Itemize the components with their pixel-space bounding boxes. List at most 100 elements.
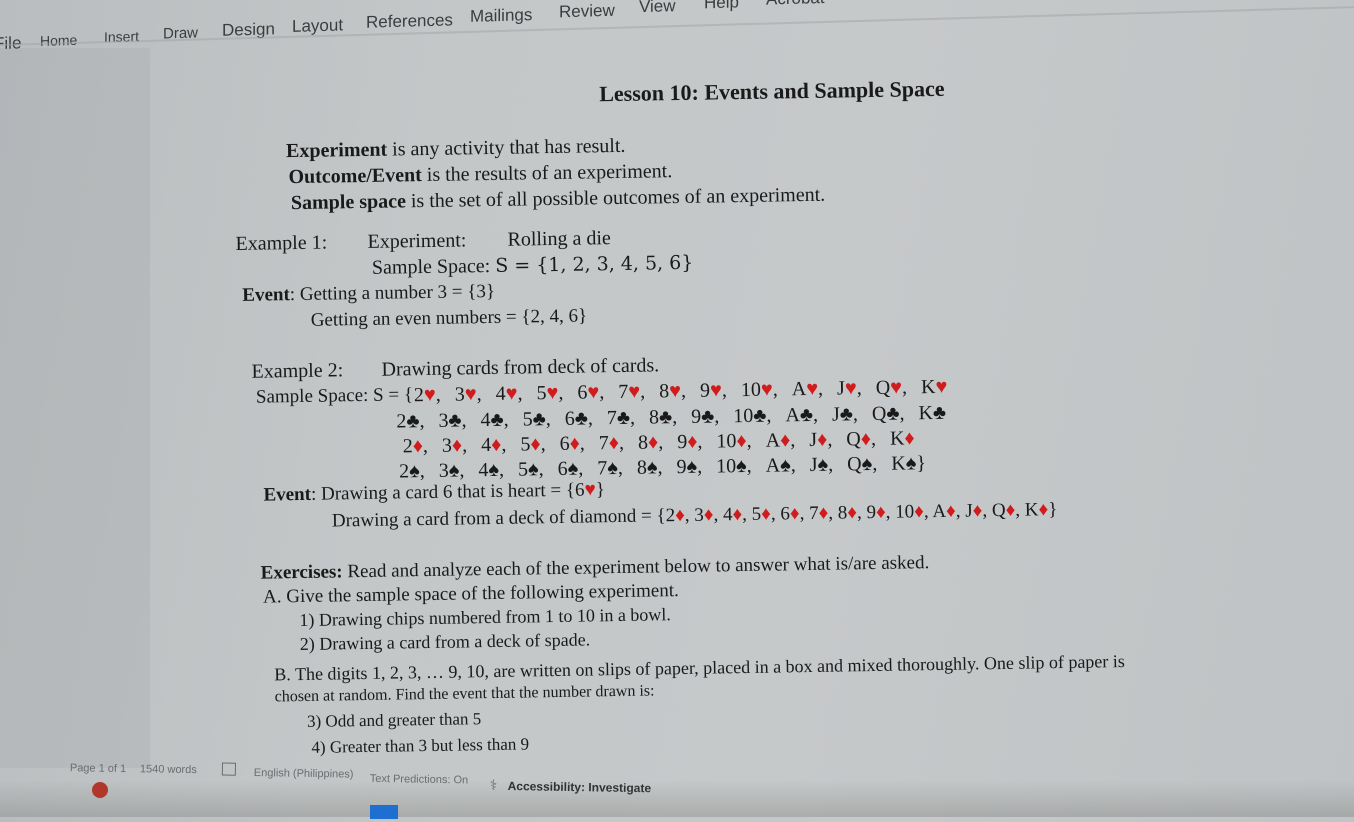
exercise-item-2: 2) Drawing a card from a deck of spade. (299, 629, 591, 655)
sample-space-label: Sample Space: (255, 384, 374, 408)
heart-icon: ♥ (423, 383, 436, 407)
card-rank: 3 (454, 383, 465, 406)
heart-icon: ♥ (628, 380, 641, 403)
example2-event1: Event: Drawing a card 6 that is heart = … (263, 479, 605, 506)
card-rank: 10 (716, 430, 737, 453)
separator: , (538, 458, 544, 481)
separator: , (517, 382, 523, 405)
card-10-spade: 10♠, (716, 455, 752, 479)
screen: File Home Insert Draw Design Layout Refe… (0, 0, 1354, 819)
separator: , (713, 504, 724, 526)
card-rank: 2 (396, 410, 407, 433)
separator: , (476, 383, 482, 406)
card-rank: Q (991, 499, 1006, 522)
exercise-item-3: 3) Odd and greater than 5 (306, 709, 482, 731)
example2-event2: Drawing a card from a deck of diamond = … (332, 499, 1058, 532)
diamond-icon: ♦ (761, 503, 772, 525)
heart-icon: ♥ (760, 378, 773, 401)
card-2-spade: 2♠, (399, 460, 425, 483)
event-label: Event (242, 284, 291, 306)
diamond-icon: ♦ (736, 429, 747, 453)
card-rank: 2 (398, 460, 410, 483)
page-count[interactable]: Page 1 of 1 (70, 762, 126, 775)
card-J-heart: J♥, (837, 377, 862, 400)
separator: , (658, 431, 664, 454)
card-rank: K (1024, 499, 1039, 521)
card-5-diamond: 5♦, (520, 433, 546, 456)
separator: , (766, 404, 772, 427)
separator: , (772, 378, 778, 401)
heart-icon: ♥ (505, 382, 518, 405)
separator: , (657, 456, 663, 479)
heart-icon: ♥ (587, 381, 600, 404)
card-rank: 3 (438, 409, 449, 432)
card-4-diamond: 4♦, (481, 434, 507, 457)
card-K-spade: K♠} (891, 452, 926, 476)
exercises-intro: Exercises: Read and analyze each of the … (261, 552, 930, 584)
card-rank: 2 (413, 384, 425, 407)
diamond-icon: ♦ (945, 500, 956, 522)
exercises-text: Read and analyze each of the experiment … (342, 552, 930, 583)
separator: , (419, 460, 425, 483)
word-count[interactable]: 1540 words (140, 763, 197, 776)
proofing-icon[interactable] (221, 762, 237, 776)
card-rank: A (785, 404, 801, 427)
event-text: Drawing a card from a deck of diamond = … (331, 505, 666, 532)
card-rank: 7 (808, 502, 819, 525)
card-9-heart: 9♥, (700, 379, 727, 402)
separator: , (672, 406, 678, 429)
separator: , (923, 501, 933, 523)
heart-icon: ♥ (935, 375, 948, 399)
heart-icon: ♥ (584, 479, 597, 501)
card-rank: 5 (536, 382, 547, 405)
event-label: Event (263, 483, 312, 506)
separator: , (746, 454, 752, 477)
card-rank: Q (871, 402, 887, 426)
spade-icon: ♠ (735, 454, 747, 478)
card-rank: Q (847, 453, 862, 476)
separator: , (498, 458, 505, 481)
spade-icon: ♠ (779, 454, 791, 477)
card-rank: 8 (658, 380, 670, 403)
separator: , (899, 402, 905, 425)
card-4-heart: 4♥, (496, 383, 523, 406)
card-rank: A (932, 500, 947, 523)
separator: , (742, 503, 752, 526)
separator: , (790, 454, 796, 477)
card-2-club: 2♣, (396, 410, 424, 433)
separator: , (618, 431, 625, 454)
card-rank: 7 (606, 407, 618, 430)
card-Q-diamond: Q♦, (991, 499, 1025, 522)
definition-sample-space: Sample space is the set of all possible … (291, 184, 826, 215)
separator: , (790, 429, 796, 452)
separator: , (422, 434, 429, 458)
card-A-diamond: A♦, (932, 500, 965, 523)
club-icon: ♣ (448, 409, 462, 432)
separator: , (629, 406, 636, 429)
exercise-part-b-line2: chosen at random. Find the event that th… (274, 682, 655, 706)
record-icon[interactable] (92, 782, 108, 798)
club-icon: ♣ (532, 408, 547, 431)
card-4-spade: 4♠, (478, 459, 504, 482)
card-Q-club: Q♣, (872, 403, 905, 427)
card-rank: 3 (438, 459, 449, 482)
separator: , (587, 407, 594, 430)
example2-sample-space-label: Sample Space: S = { (256, 384, 413, 408)
diamond-icon: ♦ (687, 430, 698, 453)
club-icon: ♣ (406, 410, 420, 433)
separator: , (982, 500, 993, 522)
exercise-item-4: 4) Greater than 3 but less than 9 (311, 734, 530, 757)
spade-icon: ♠ (408, 460, 420, 483)
language[interactable]: English (Philippines) (254, 767, 354, 781)
card-10-diamond: 10♦, (716, 430, 752, 454)
set-close: } (595, 479, 606, 501)
example2-description: Drawing cards from deck of cards. (381, 354, 660, 381)
set-close: } (1048, 499, 1058, 521)
card-3-diamond: 3♦, (442, 434, 468, 457)
separator: , (696, 455, 703, 478)
separator: , (540, 433, 546, 456)
card-rank: 5 (520, 433, 531, 456)
card-8-club: 8♣, (649, 406, 677, 429)
card-rank: 4 (478, 459, 489, 482)
diamond-icon: ♦ (703, 504, 714, 526)
